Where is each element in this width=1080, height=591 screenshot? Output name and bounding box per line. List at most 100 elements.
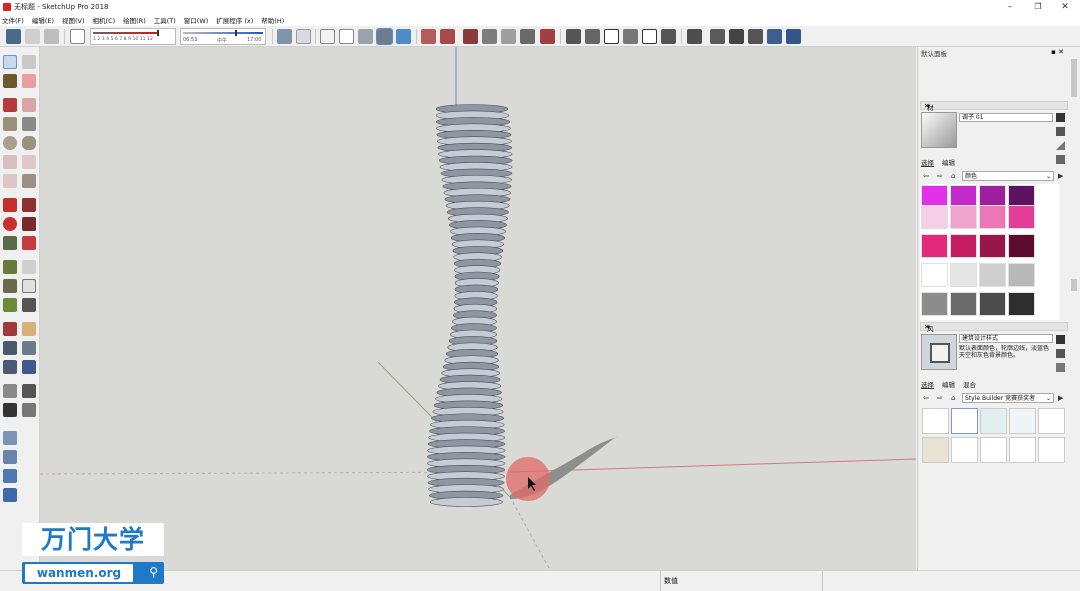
walk-icon[interactable]	[3, 403, 17, 417]
left-view-icon[interactable]	[661, 29, 676, 44]
style-thumbnail[interactable]	[1009, 408, 1036, 434]
forward-arrow-icon[interactable]: ⇨	[937, 172, 943, 180]
hidden-line-icon[interactable]	[339, 29, 354, 44]
style-library-dropdown[interactable]: Style Builder 竞赛获奖者 ⌄	[962, 393, 1054, 403]
swatch[interactable]	[979, 205, 1006, 229]
move-icon[interactable]	[3, 198, 17, 212]
style-thumbnail[interactable]	[951, 408, 978, 434]
swatch[interactable]	[921, 234, 948, 258]
default-material-icon[interactable]	[1056, 127, 1065, 136]
scrollbar-thumb[interactable]	[1071, 59, 1077, 97]
scale-icon[interactable]	[3, 236, 17, 250]
tray-close-icon[interactable]: ▪ ✕	[1051, 48, 1064, 56]
create-style-icon[interactable]	[1056, 335, 1065, 344]
tab-style-select[interactable]: 选择	[921, 379, 934, 389]
material-name-field[interactable]: 调子 01	[959, 113, 1053, 122]
offset-icon[interactable]	[22, 236, 36, 250]
tape-measure-icon[interactable]	[3, 260, 17, 274]
display-section-fill-icon[interactable]	[3, 469, 17, 483]
menu-draw[interactable]: 绘图(R)	[123, 15, 146, 25]
shadow-date-slider[interactable]: 1 2 3 4 5 6 7 8 9 10 11 12	[90, 28, 176, 45]
paint-bucket-icon[interactable]	[3, 74, 17, 88]
style-thumbnail[interactable]	[980, 408, 1007, 434]
split-icon[interactable]	[786, 29, 801, 44]
flip-edge-icon[interactable]	[540, 29, 555, 44]
swatch[interactable]	[950, 205, 977, 229]
freehand-icon[interactable]	[22, 98, 36, 112]
minimize-button[interactable]: –	[995, 0, 1025, 14]
polygon-icon[interactable]	[22, 136, 36, 150]
shadows-toggle-icon[interactable]	[70, 29, 85, 44]
monochrome-icon[interactable]	[396, 29, 411, 44]
refresh-style-icon[interactable]	[1056, 363, 1065, 372]
right-view-icon[interactable]	[623, 29, 638, 44]
home-icon[interactable]: ⌂	[951, 394, 955, 402]
union-icon[interactable]	[729, 29, 744, 44]
materials-close-icon[interactable]: ✕	[924, 102, 1065, 110]
rotate-icon[interactable]	[3, 217, 17, 231]
display-section-cuts-icon[interactable]	[3, 450, 17, 464]
style-thumbnail[interactable]	[951, 437, 978, 463]
previous-view-icon[interactable]	[22, 360, 36, 374]
trim-icon[interactable]	[767, 29, 782, 44]
menu-view[interactable]: 视图(V)	[62, 15, 85, 25]
home-icon[interactable]: ⌂	[951, 172, 955, 180]
menu-edit[interactable]: 编辑(E)	[32, 15, 54, 25]
stamp-icon[interactable]	[482, 29, 497, 44]
geolocation-icon[interactable]	[25, 29, 40, 44]
zoom-window-icon[interactable]	[22, 341, 36, 355]
zoom-extents-icon[interactable]	[3, 360, 17, 374]
menu-window[interactable]: 窗口(W)	[184, 15, 209, 25]
tab-select[interactable]: 选择	[921, 157, 934, 167]
menu-help[interactable]: 帮助(H)	[261, 15, 284, 25]
circle-icon[interactable]	[3, 136, 17, 150]
tab-style-mix[interactable]: 混合	[963, 379, 976, 389]
close-window-button[interactable]: ✕	[1050, 0, 1080, 14]
swatch[interactable]	[921, 292, 948, 316]
menu-extensions[interactable]: 扩展程序 (x)	[216, 15, 253, 25]
swatch[interactable]	[950, 263, 977, 287]
forward-arrow-icon[interactable]: ⇨	[937, 394, 943, 402]
sample-paint-icon[interactable]	[1056, 155, 1065, 164]
swatch[interactable]	[979, 263, 1006, 287]
swatch[interactable]	[921, 263, 948, 287]
pie-icon[interactable]	[22, 174, 36, 188]
material-extra-icon[interactable]	[1056, 141, 1065, 150]
dimension-icon[interactable]	[22, 260, 36, 274]
smoove-icon[interactable]	[463, 29, 478, 44]
wireframe-icon[interactable]	[320, 29, 335, 44]
update-style-icon[interactable]	[1056, 349, 1065, 358]
protractor-icon[interactable]	[3, 279, 17, 293]
axes-icon[interactable]	[3, 298, 17, 312]
zoom-icon[interactable]	[3, 341, 17, 355]
tab-style-edit[interactable]: 编辑	[942, 379, 955, 389]
pan-icon[interactable]	[22, 322, 36, 336]
make-component-icon[interactable]	[22, 55, 36, 69]
subtract-icon[interactable]	[748, 29, 763, 44]
style-name-field[interactable]: 建筑设计样式	[959, 334, 1053, 343]
swatch[interactable]	[950, 234, 977, 258]
scrollbar-thumb[interactable]	[1071, 279, 1077, 291]
drawing-viewport[interactable]	[40, 47, 916, 570]
line-icon[interactable]	[3, 98, 17, 112]
text-icon[interactable]	[22, 279, 36, 293]
look-around-icon[interactable]	[22, 384, 36, 398]
swatch[interactable]	[1008, 205, 1035, 229]
sandbox-from-scratch-icon[interactable]	[440, 29, 455, 44]
tray-scrollbar[interactable]	[1068, 47, 1080, 570]
menu-tools[interactable]: 工具(T)	[154, 15, 176, 25]
iso-view-icon[interactable]	[566, 29, 581, 44]
menu-camera[interactable]: 相机(C)	[93, 15, 116, 25]
shaded-icon[interactable]	[358, 29, 373, 44]
style-thumbnail[interactable]	[1038, 437, 1065, 463]
create-material-icon[interactable]	[1056, 113, 1065, 122]
menu-file[interactable]: 文件(F)	[2, 15, 24, 25]
back-edges-icon[interactable]	[296, 29, 311, 44]
swatch[interactable]	[1008, 263, 1035, 287]
restore-button[interactable]: ❐	[1023, 0, 1053, 14]
sandbox-from-contours-icon[interactable]	[421, 29, 436, 44]
material-library-dropdown[interactable]: 颜色 ⌄	[962, 171, 1054, 181]
eraser-icon[interactable]	[22, 74, 36, 88]
intersect-icon[interactable]	[710, 29, 725, 44]
styles-header[interactable]: ▾ 风格 ✕	[920, 322, 1068, 343]
